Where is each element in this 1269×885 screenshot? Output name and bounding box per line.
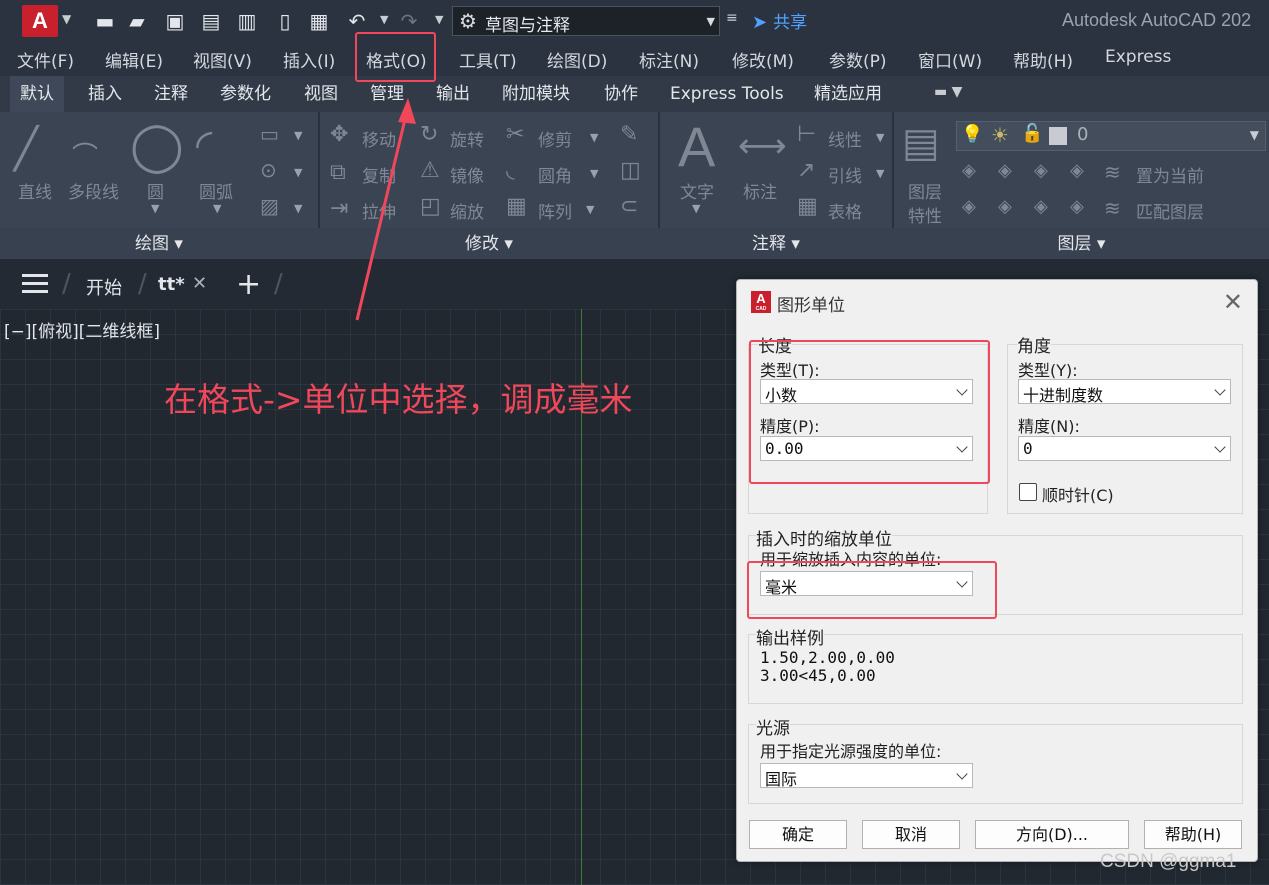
clockwise-label[interactable]: 顺时针(C) [1042, 482, 1114, 506]
close-icon[interactable]: ✕ [1223, 288, 1243, 316]
chevron-down-icon [1214, 384, 1226, 396]
lighting-group-title: 光源 [756, 714, 790, 739]
lighting-units-label: 用于指定光源强度的单位: [760, 742, 942, 761]
sample-group-title: 输出样例 [756, 624, 824, 649]
sample-line-2: 3.00<45,0.00 [760, 666, 876, 685]
angle-precision-select[interactable]: 0 [1018, 436, 1231, 461]
angle-precision-label: 精度(N): [1018, 417, 1080, 436]
drawing-units-dialog: A CAD 图形单位 ✕ 长度 类型(T): 小数 精度(P): 0.00 角度 … [736, 279, 1258, 862]
angle-type-value: 十进制度数 [1023, 386, 1104, 405]
insertion-units-highlight [747, 561, 997, 619]
cancel-button[interactable]: 取消 [862, 820, 960, 849]
angle-group-title: 角度 [1017, 332, 1051, 357]
angle-precision-value: 0 [1023, 439, 1033, 458]
dialog-title: 图形单位 [777, 296, 845, 316]
angle-type-label: 类型(Y): [1018, 361, 1078, 380]
sample-line-1: 1.50,2.00,0.00 [760, 648, 895, 667]
chevron-down-icon [956, 768, 968, 780]
angle-type-select[interactable]: 十进制度数 [1018, 379, 1231, 405]
ok-button[interactable]: 确定 [749, 820, 847, 849]
lighting-units-value: 国际 [765, 770, 798, 789]
direction-button[interactable]: 方向(D)... [975, 820, 1129, 849]
chevron-down-icon [1214, 441, 1226, 453]
help-button[interactable]: 帮助(H) [1144, 820, 1242, 849]
lighting-units-select[interactable]: 国际 [760, 763, 973, 789]
length-highlight [749, 340, 990, 484]
watermark: CSDN @ggma1 [1100, 851, 1237, 872]
arrow-head [398, 98, 416, 124]
autocad-icon: A CAD [751, 291, 771, 313]
arrow-shaft [355, 114, 408, 321]
clockwise-checkbox[interactable] [1019, 483, 1037, 501]
